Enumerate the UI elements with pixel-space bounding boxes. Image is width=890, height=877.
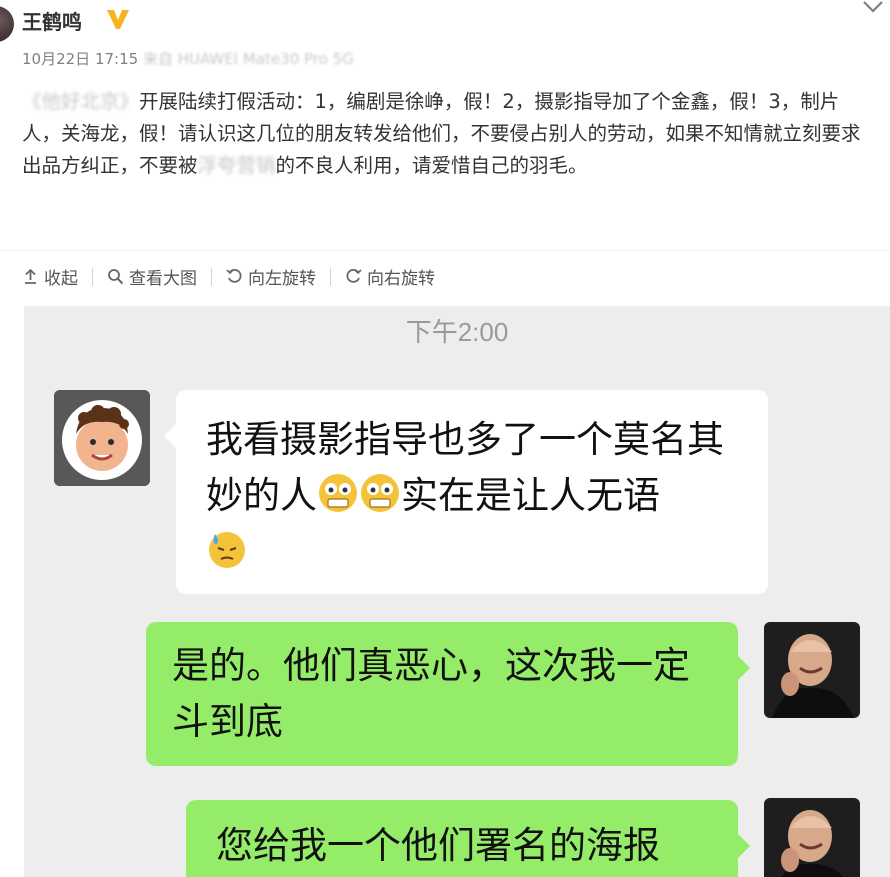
message-bubble-sent[interactable]: 是的。他们真恶心，这次我一定斗到底 — [146, 622, 750, 766]
view-large-label: 查看大图 — [129, 269, 197, 289]
image-toolbar: 收起 查看大图 向左旋转 向右旋转 — [0, 250, 890, 302]
grimace-emoji-icon — [319, 474, 357, 512]
rotate-right-button[interactable]: 向右旋转 — [345, 264, 435, 289]
portrait-avatar-icon — [764, 798, 860, 877]
chevron-down-icon[interactable] — [862, 0, 884, 14]
post-source: 来自 HUAWEI Mate30 Pro 5G — [142, 50, 354, 68]
collapse-button[interactable]: 收起 — [22, 264, 78, 289]
post-text: 《他好北京》开展陆续打假活动：1，编剧是徐峥，假！2，摄影指导加了个金鑫，假！3… — [22, 86, 872, 182]
rotate-right-label: 向右旋转 — [367, 269, 435, 289]
collapse-label: 收起 — [44, 269, 78, 289]
post-date[interactable]: 10月22日 17:15 — [22, 50, 138, 68]
grimace-emoji-icon — [361, 474, 399, 512]
rotate-left-icon — [226, 268, 242, 283]
toolbar-divider — [211, 267, 212, 286]
view-large-button[interactable]: 查看大图 — [107, 264, 197, 289]
collapse-up-icon — [25, 268, 36, 284]
chat-screenshot: 下午2:00 我看摄影指导也多了一个莫名其妙的人 实在是让人无语 是的。他们真恶… — [24, 306, 890, 877]
message-text: 您给我一个他们署名的海报 — [216, 824, 660, 867]
post-header: 王鹤鸣 10月22日 17:15 来自 HUAWEI Mate30 Pro 5G… — [0, 0, 890, 250]
message-bubble-sent[interactable]: 您给我一个他们署名的海报 — [186, 800, 750, 877]
post-text-body-2: 的不良人利用，请爱惜自己的羽毛。 — [275, 154, 588, 177]
my-avatar — [764, 798, 860, 877]
message-text: 实在是让人无语 — [401, 474, 660, 517]
message-text: 是的。他们真恶心，这次我一定斗到底 — [172, 644, 690, 743]
post-text-blurred-phrase: 浮夸营销 — [197, 154, 276, 177]
rotate-left-button[interactable]: 向左旋转 — [226, 264, 316, 289]
rotate-left-label: 向左旋转 — [248, 269, 316, 289]
author-name[interactable]: 王鹤鸣 — [22, 6, 82, 35]
search-icon — [108, 269, 124, 285]
cartoon-avatar-icon — [54, 390, 150, 486]
portrait-avatar-icon — [764, 622, 860, 718]
post-meta: 10月22日 17:15 来自 HUAWEI Mate30 Pro 5G — [22, 48, 354, 69]
message-bubble-received[interactable]: 我看摄影指导也多了一个莫名其妙的人 实在是让人无语 — [164, 390, 768, 594]
author-avatar[interactable] — [0, 6, 14, 42]
sweat-emoji-icon — [209, 532, 245, 568]
toolbar-divider — [92, 267, 93, 286]
sender-avatar — [54, 390, 150, 486]
my-avatar — [764, 622, 860, 718]
post-text-blurred-title: 《他好北京》 — [22, 90, 140, 113]
toolbar-divider — [330, 267, 331, 286]
rotate-right-icon — [346, 268, 362, 283]
verified-v-icon — [107, 10, 129, 29]
chat-timestamp: 下午2:00 — [405, 317, 509, 347]
